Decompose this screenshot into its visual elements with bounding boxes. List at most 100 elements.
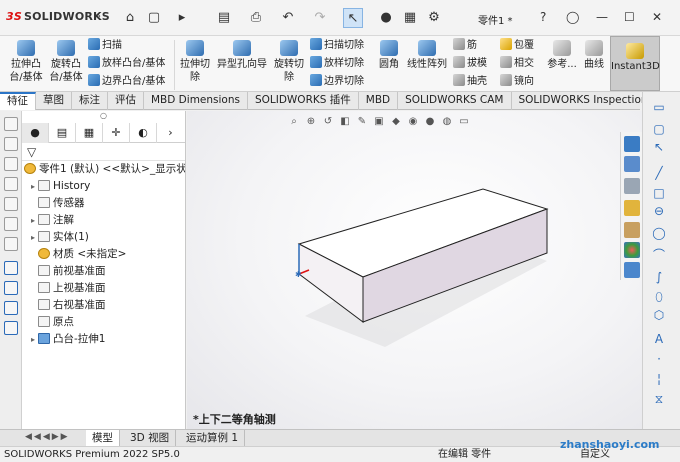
mirror-button[interactable]: 镜向: [500, 74, 534, 88]
home-icon[interactable]: [624, 156, 640, 172]
display-manager-tab-icon[interactable]: ◐: [130, 123, 157, 143]
expand-arrow-icon[interactable]: ▸: [28, 331, 38, 348]
tree-item[interactable]: ▸ 注解: [22, 212, 185, 229]
paste-icon[interactable]: [4, 157, 18, 171]
tree-item[interactable]: ▸ History: [22, 178, 185, 195]
solidworks-resources-icon[interactable]: [624, 136, 640, 152]
maximize-button[interactable]: ☐: [624, 10, 635, 24]
layer-icon[interactable]: [4, 177, 18, 191]
sweep-button[interactable]: 扫描: [88, 38, 122, 52]
draft-button[interactable]: 拔模: [453, 56, 487, 70]
new-icon[interactable]: ▢: [144, 8, 164, 28]
save-icon[interactable]: ▤: [214, 8, 234, 28]
section-view-icon[interactable]: [4, 301, 18, 315]
extrude-cut-button[interactable]: 拉伸切除: [178, 40, 212, 84]
graphics-area[interactable]: ⌕ ⊕ ↺ ◧ ✎ ▣ ◆ ◉ ● ◍ ▭ ✱ *上下二等角轴测: [187, 111, 642, 429]
minimize-button[interactable]: —: [596, 10, 608, 24]
tab-3[interactable]: 评估: [108, 92, 144, 110]
file-properties-icon[interactable]: ▦: [400, 8, 420, 28]
tree-item[interactable]: 前视基准面: [22, 263, 185, 280]
more-tabs-icon[interactable]: ›: [157, 123, 184, 143]
curves-button[interactable]: 曲线: [580, 40, 608, 71]
menu-expand-icon[interactable]: ›: [97, 11, 101, 22]
intersect-button[interactable]: 相交: [500, 56, 534, 70]
ungroup-icon[interactable]: [4, 217, 18, 231]
expand-arrow-icon[interactable]: ▸: [28, 212, 38, 229]
group-icon[interactable]: [4, 197, 18, 211]
tree-root[interactable]: 零件1 (默认) <<默认>_显示状: [22, 161, 185, 178]
evaluate-icon[interactable]: [4, 321, 18, 335]
rectangle-icon[interactable]: ▢: [651, 122, 667, 136]
file-explorer-icon[interactable]: [624, 200, 640, 216]
corner-rectangle-icon[interactable]: □: [651, 186, 667, 200]
app-logo[interactable]: 3S SOLIDWORKS: [6, 10, 110, 23]
options-icon[interactable]: ⚙: [424, 8, 444, 28]
instant3d-button[interactable]: Instant3D: [610, 36, 660, 91]
filter-icon[interactable]: ▽: [22, 143, 185, 161]
tab-8[interactable]: SOLIDWORKS Inspection: [512, 92, 656, 110]
box-select-icon[interactable]: [4, 117, 18, 131]
custom-properties-icon[interactable]: [624, 262, 640, 278]
shell-button[interactable]: 抽壳: [453, 74, 487, 88]
sketch-icon[interactable]: ▭: [651, 100, 667, 114]
point-icon[interactable]: ·: [651, 352, 667, 366]
view-palette-icon[interactable]: [624, 222, 640, 238]
select-icon[interactable]: ↖: [343, 8, 363, 28]
help-icon[interactable]: ?: [540, 10, 546, 24]
tree-item[interactable]: 上视基准面: [22, 280, 185, 297]
tab-2[interactable]: 标注: [72, 92, 108, 110]
tab-4[interactable]: MBD Dimensions: [144, 92, 248, 110]
undo-icon[interactable]: ↶: [278, 8, 298, 28]
tree-item[interactable]: 传感器: [22, 195, 185, 212]
spline-icon[interactable]: ∫: [651, 270, 667, 284]
revolve-cut-button[interactable]: 旋转切除: [272, 40, 306, 84]
home-icon[interactable]: ⌂: [120, 8, 140, 28]
tab-1[interactable]: 草图: [36, 92, 72, 110]
panel-grip-icon[interactable]: ○: [22, 111, 185, 123]
rebuild-icon[interactable]: ●: [376, 8, 396, 28]
tab-model[interactable]: 模型: [86, 430, 120, 447]
tree-item[interactable]: 右视基准面: [22, 297, 185, 314]
configuration-tab-icon[interactable]: ▦: [76, 123, 103, 143]
tree-item[interactable]: 材质 <未指定>: [22, 246, 185, 263]
rib-button[interactable]: 筋: [453, 38, 477, 52]
polygon-icon[interactable]: ⬡: [651, 308, 667, 322]
extrude-boss-button[interactable]: 拉伸凸台/基体: [6, 40, 46, 84]
tab-6[interactable]: MBD: [359, 92, 399, 110]
property-manager-tab-icon[interactable]: ▤: [49, 123, 76, 143]
tab-0[interactable]: 特征: [0, 92, 36, 110]
tab-7[interactable]: SOLIDWORKS CAM: [398, 92, 512, 110]
fillet-button[interactable]: 圆角: [374, 40, 404, 71]
line-icon[interactable]: ╱: [651, 166, 667, 180]
tab-scroll-arrows-icon[interactable]: ◀◀◀▶▶: [25, 432, 70, 442]
expand-arrow-icon[interactable]: ▸: [28, 229, 38, 246]
smart-dimension-icon[interactable]: ↖: [651, 140, 667, 154]
swept-cut-button[interactable]: 扫描切除: [310, 38, 364, 52]
properties-icon[interactable]: [4, 237, 18, 251]
boundary-cut-button[interactable]: 边界切除: [310, 74, 364, 88]
circle-icon[interactable]: ◯: [651, 226, 667, 240]
expand-arrow-icon[interactable]: ▸: [28, 178, 38, 195]
open-icon[interactable]: ▸: [172, 8, 192, 28]
loft-button[interactable]: 放样凸台/基体: [88, 56, 165, 70]
text-icon[interactable]: A: [651, 332, 667, 346]
reference-geometry-button[interactable]: 参考...: [545, 40, 579, 71]
lofted-cut-button[interactable]: 放样切除: [310, 56, 364, 70]
dimxpert-tab-icon[interactable]: ✛: [103, 123, 130, 143]
ellipse-icon[interactable]: ⬯: [651, 290, 667, 305]
account-icon[interactable]: ◯: [566, 10, 579, 24]
redo-icon[interactable]: ↷: [310, 8, 330, 28]
tree-item[interactable]: ▸ 实体(1): [22, 229, 185, 246]
tab-3d-view[interactable]: 3D 视图: [124, 430, 177, 447]
tab-5[interactable]: SOLIDWORKS 插件: [248, 92, 359, 110]
appearances-icon[interactable]: [624, 242, 640, 258]
linear-pattern-button[interactable]: 线性阵列: [404, 40, 450, 71]
mass-properties-icon[interactable]: [4, 281, 18, 295]
boundary-boss-button[interactable]: 边界凸台/基体: [88, 74, 165, 88]
wrap-button[interactable]: 包覆: [500, 38, 534, 52]
hole-wizard-button[interactable]: 异型孔向导: [214, 40, 270, 71]
revolve-boss-button[interactable]: 旋转凸台/基体: [46, 40, 86, 84]
arc-icon[interactable]: ⌒: [651, 246, 667, 263]
tab-motion-study[interactable]: 运动算例 1: [180, 430, 246, 447]
design-library-icon[interactable]: [624, 178, 640, 194]
